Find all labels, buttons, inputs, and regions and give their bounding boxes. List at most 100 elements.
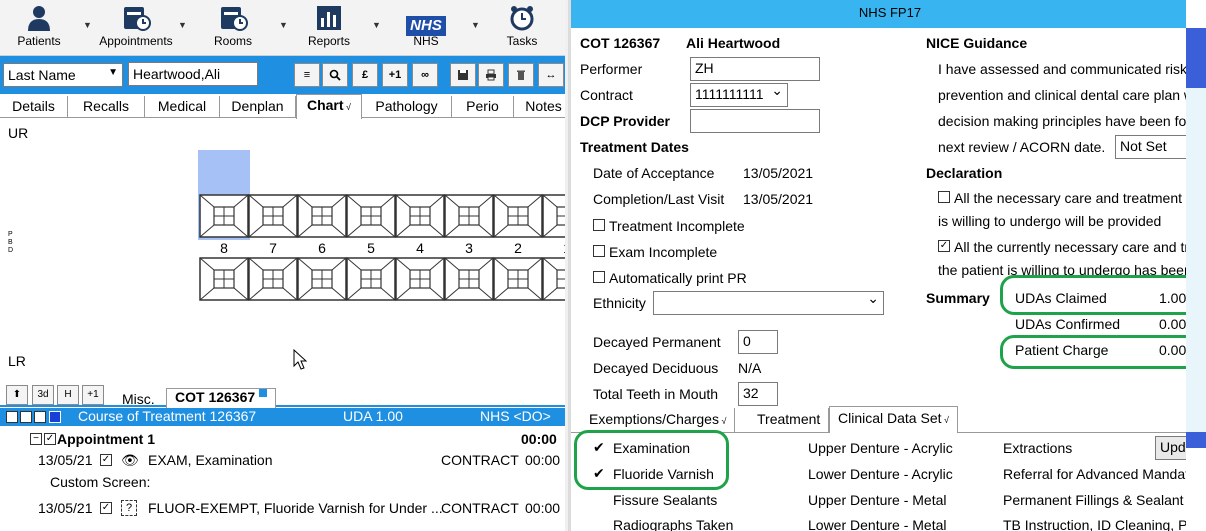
- declaration-2-checkbox[interactable]: ✓: [938, 240, 950, 252]
- save-icon[interactable]: [450, 63, 476, 87]
- lower-tooth[interactable]: [395, 257, 445, 301]
- udas-confirmed-label: UDAs Confirmed: [1015, 316, 1121, 332]
- tab-exemptions-charges[interactable]: Exemptions/Charges √: [581, 408, 736, 432]
- up-icon[interactable]: ⬆: [6, 385, 28, 405]
- ribbon-patients-button[interactable]: Patients: [14, 4, 64, 52]
- item-checkbox[interactable]: ✓: [100, 454, 112, 466]
- treatment-incomplete-checkbox[interactable]: [593, 219, 605, 231]
- upper-tooth[interactable]: [542, 194, 565, 238]
- misc-tab[interactable]: Misc.: [122, 391, 155, 407]
- 3d-button[interactable]: 3d: [32, 385, 54, 405]
- clinical-extractions[interactable]: Extractions: [1003, 440, 1072, 456]
- plus-one-button[interactable]: +1: [382, 63, 408, 87]
- upper-tooth[interactable]: [297, 194, 347, 238]
- clinical-fissure-sealants[interactable]: Fissure Sealants: [613, 492, 717, 508]
- contract-select[interactable]: 1111111111: [690, 82, 788, 107]
- ribbon-appointments-button[interactable]: Appointments: [98, 4, 174, 52]
- total-teeth-field[interactable]: 32: [738, 382, 778, 406]
- lower-right-label: LR: [8, 353, 26, 369]
- lower-tooth[interactable]: [297, 257, 347, 301]
- tab-perio[interactable]: Perio: [452, 96, 514, 118]
- appointment-checkbox[interactable]: ✓: [44, 433, 56, 445]
- upper-tooth[interactable]: [493, 194, 543, 238]
- lower-tooth[interactable]: [199, 257, 249, 301]
- completion-value[interactable]: 13/05/2021: [743, 191, 813, 207]
- appointment-title: Appointment 1: [57, 431, 155, 447]
- tab-clinical-data-set[interactable]: Clinical Data Set √: [829, 406, 958, 433]
- clinical-lower-denture-metal[interactable]: Lower Denture - Metal: [808, 517, 947, 531]
- lower-tooth[interactable]: [542, 257, 565, 301]
- tooth-number: 4: [416, 240, 424, 256]
- fp17-title-bar: NHS FP17: [571, 0, 1206, 28]
- clinical-upper-denture-acrylic[interactable]: Upper Denture - Acrylic: [808, 440, 953, 456]
- list-icon[interactable]: ≡: [294, 63, 320, 87]
- plus-one-button[interactable]: +1: [82, 385, 104, 405]
- merge-icon[interactable]: ↔: [538, 63, 564, 87]
- item-description[interactable]: FLUOR-EXEMPT, Fluoride Varnish for Under…: [148, 500, 443, 516]
- clinical-lower-denture-acrylic[interactable]: Lower Denture - Acrylic: [808, 466, 953, 482]
- ethnicity-select[interactable]: [653, 290, 884, 315]
- upper-tooth[interactable]: [395, 194, 445, 238]
- ribbon-nhs-button[interactable]: NHS NHS: [400, 4, 452, 52]
- upper-tooth[interactable]: [444, 194, 494, 238]
- upper-tooth[interactable]: [346, 194, 396, 238]
- link-icon[interactable]: ∞: [412, 63, 438, 87]
- tab-pathology[interactable]: Pathology: [362, 96, 452, 118]
- pound-icon[interactable]: £: [352, 63, 378, 87]
- search-field-select[interactable]: Last Name ▼: [3, 63, 123, 87]
- dropdown-arrow-icon[interactable]: ▼: [279, 20, 288, 30]
- tooth-number: 5: [367, 240, 375, 256]
- patient-name-input[interactable]: Heartwood,Ali: [128, 62, 258, 86]
- course-close-icon[interactable]: ✕: [34, 411, 46, 423]
- dropdown-arrow-icon[interactable]: ▼: [178, 20, 187, 30]
- tab-chart[interactable]: Chart √: [296, 94, 362, 119]
- upper-tooth[interactable]: [199, 194, 249, 238]
- course-checkbox[interactable]: ✓: [20, 411, 32, 423]
- acceptance-value[interactable]: 13/05/2021: [743, 165, 813, 181]
- delete-icon[interactable]: [508, 63, 534, 87]
- tab-notes[interactable]: Notes: [514, 96, 565, 118]
- tooth-number: 6: [318, 240, 326, 256]
- declaration-1-checkbox[interactable]: [938, 191, 950, 203]
- main-ribbon: Patients ▼ Appointments ▼ Rooms ▼ Report…: [0, 0, 565, 56]
- tab-recalls[interactable]: Recalls: [68, 96, 145, 118]
- clinical-radiographs[interactable]: Radiographs Taken: [613, 517, 733, 531]
- upper-tooth[interactable]: [248, 194, 298, 238]
- collapse-icon[interactable]: −: [30, 433, 42, 445]
- lower-tooth[interactable]: [248, 257, 298, 301]
- ribbon-rooms-button[interactable]: Rooms: [208, 4, 258, 52]
- collapse-icon[interactable]: −: [6, 411, 18, 423]
- exam-incomplete-checkbox[interactable]: [593, 245, 605, 257]
- decayed-permanent-field[interactable]: 0: [738, 330, 778, 354]
- dropdown-arrow-icon[interactable]: ▼: [471, 20, 480, 30]
- ribbon-reports-button[interactable]: Reports: [304, 4, 354, 52]
- performer-field[interactable]: ZH: [690, 57, 820, 81]
- dropdown-arrow-icon[interactable]: ▼: [83, 20, 92, 30]
- tab-treatment[interactable]: Treatment: [749, 408, 830, 432]
- cot-tab[interactable]: COT 126367: [166, 388, 277, 408]
- lower-tooth[interactable]: [346, 257, 396, 301]
- tab-medical[interactable]: Medical: [145, 96, 220, 118]
- dcp-provider-field[interactable]: [690, 109, 820, 133]
- clinical-tb-instruction[interactable]: TB Instruction, ID Cleaning, PL: [1003, 517, 1195, 531]
- clinical-referral[interactable]: Referral for Advanced Mandato: [1003, 466, 1197, 482]
- acorn-date-select[interactable]: Not Set: [1115, 135, 1195, 159]
- course-header-row[interactable]: − ✓ ✕ Course of Treatment 126367 UDA 1.0…: [0, 408, 565, 426]
- lower-tooth[interactable]: [444, 257, 494, 301]
- lower-tooth[interactable]: [493, 257, 543, 301]
- declaration-heading: Declaration: [926, 165, 1003, 181]
- clinical-upper-denture-metal[interactable]: Upper Denture - Metal: [808, 492, 947, 508]
- scroll-thumb[interactable]: [1186, 28, 1206, 88]
- auto-print-checkbox[interactable]: [593, 271, 605, 283]
- tab-details[interactable]: Details: [0, 96, 68, 118]
- dropdown-arrow-icon[interactable]: ▼: [372, 20, 381, 30]
- clinical-permanent-fillings[interactable]: Permanent Fillings & Sealant R: [1003, 492, 1198, 508]
- history-button[interactable]: H: [57, 385, 79, 405]
- ribbon-tasks-button[interactable]: Tasks: [498, 4, 546, 52]
- tab-denplan[interactable]: Denplan: [220, 96, 296, 118]
- print-icon[interactable]: [478, 63, 504, 87]
- search-icon[interactable]: [322, 63, 348, 87]
- item-description[interactable]: EXAM, Examination: [148, 452, 273, 468]
- fp17-form-pane: NHS FP17 COT 126367 Ali Heartwood Perfor…: [568, 0, 1206, 531]
- item-checkbox[interactable]: ✓: [100, 502, 112, 514]
